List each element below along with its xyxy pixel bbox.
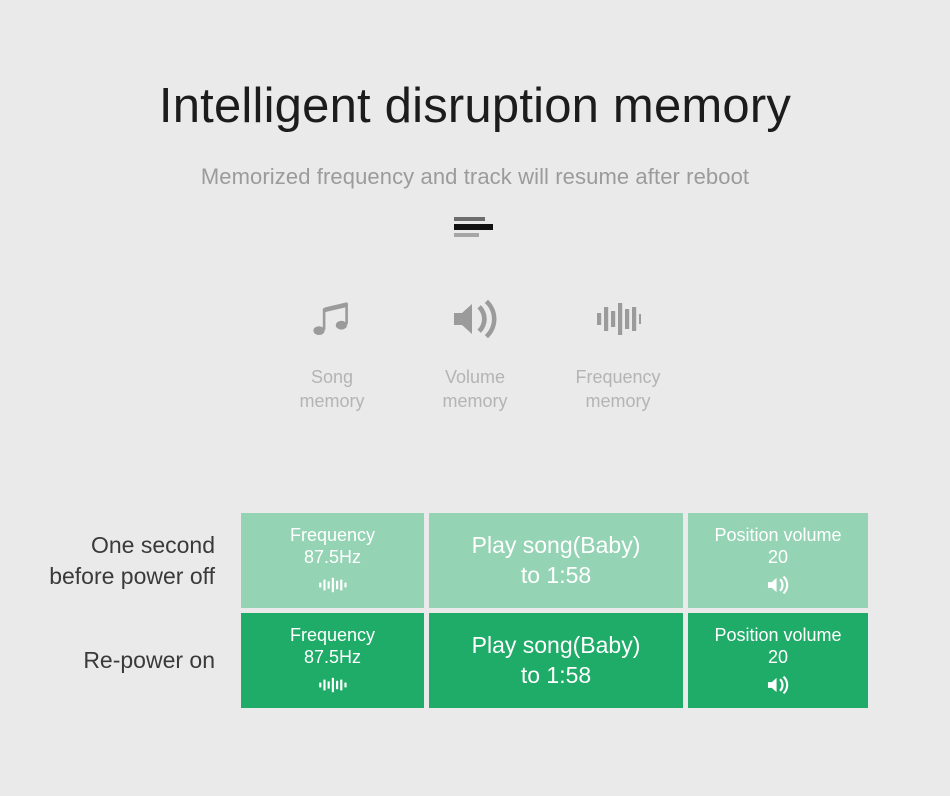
feature-volume-memory: Volume memory	[404, 291, 547, 414]
music-note-icon	[261, 291, 404, 347]
feature-frequency-memory: Frequency memory	[547, 291, 690, 414]
section-divider	[447, 217, 503, 237]
feature-label: Volume memory	[442, 367, 508, 412]
feature-song-memory: Song memory	[261, 291, 404, 414]
cell-song-after: Play song(Baby) to 1:58	[429, 613, 683, 708]
equalizer-icon	[318, 674, 348, 696]
cell-frequency-before: Frequency 87.5Hz	[241, 513, 424, 608]
cell-frequency-after: Frequency 87.5Hz	[241, 613, 424, 708]
page-header: Intelligent disruption memory Memorized …	[0, 0, 950, 237]
speaker-volume-icon	[764, 574, 792, 596]
divider-bar-top	[454, 217, 485, 221]
divider-bar-bottom	[454, 233, 479, 237]
feature-list: Song memory Volume memory Frequency memo…	[0, 291, 950, 414]
cell-song-before: Play song(Baby) to 1:58	[429, 513, 683, 608]
cell-volume-before: Position volume 20	[688, 513, 868, 608]
equalizer-icon	[547, 291, 690, 347]
page-title: Intelligent disruption memory	[158, 79, 792, 133]
page-subtitle: Memorized frequency and track will resum…	[200, 164, 750, 189]
table-row: Frequency 87.5Hz Play song(Baby) to 1:58…	[241, 513, 868, 608]
matrix-row-labels: One second before power off Re-power on	[0, 513, 226, 713]
memory-state-matrix: Frequency 87.5Hz Play song(Baby) to 1:58…	[241, 513, 868, 708]
speaker-volume-icon	[404, 291, 547, 347]
feature-label: Frequency memory	[575, 367, 661, 412]
row-label-re-power-on: Re-power on	[83, 647, 215, 674]
divider-bar-middle	[454, 224, 493, 230]
cell-volume-after: Position volume 20	[688, 613, 868, 708]
feature-label: Song memory	[299, 367, 365, 412]
equalizer-icon	[318, 574, 348, 596]
speaker-volume-icon	[764, 674, 792, 696]
row-label-before-power-off: One second before power off	[49, 531, 215, 589]
table-row: Frequency 87.5Hz Play song(Baby) to 1:58…	[241, 613, 868, 708]
